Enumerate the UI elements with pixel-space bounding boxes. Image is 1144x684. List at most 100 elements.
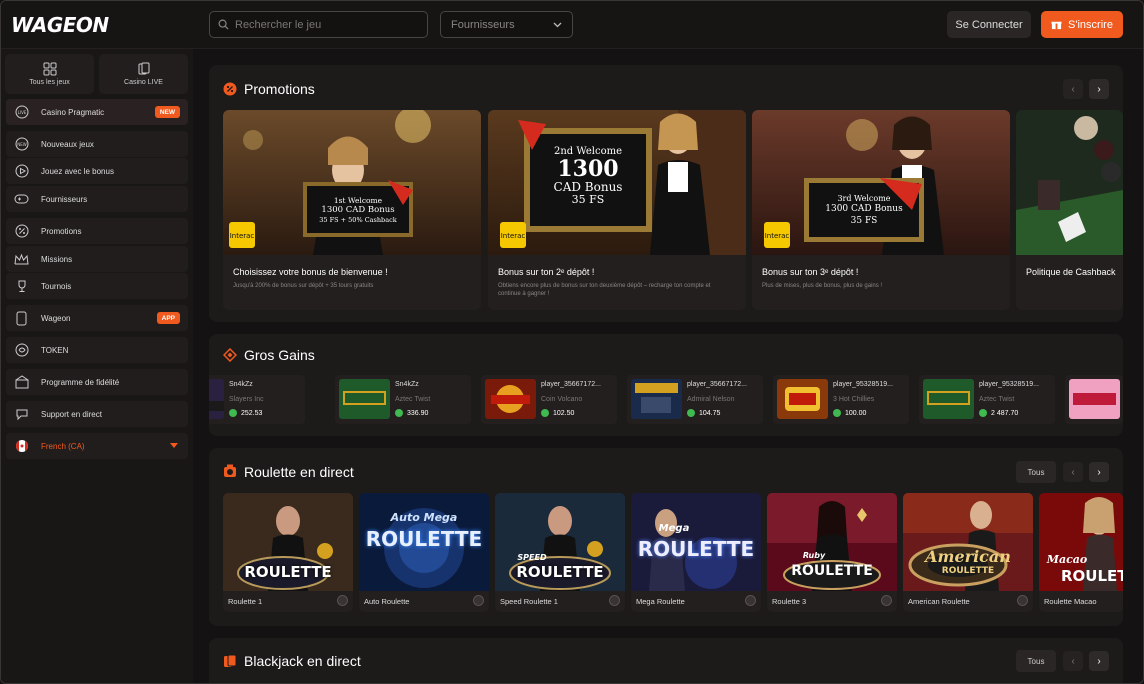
win-username: player_35667172... — [541, 381, 601, 388]
promo-sign: 3rd Welcome 1300 CAD Bonus 35 FS — [809, 194, 919, 228]
sidebar-item-tournaments[interactable]: Tournois — [6, 273, 188, 299]
win-game: Aztec Twist — [979, 396, 1015, 403]
win-amount-value: 2 487.70 — [991, 409, 1019, 417]
promo-card-3[interactable]: Interac 3rd Welcome 1300 CAD Bonus 35 FS… — [752, 110, 1010, 310]
signup-button[interactable]: S'inscrire — [1041, 11, 1123, 38]
game-thumbnail — [1069, 379, 1120, 419]
provider-icon — [609, 595, 620, 606]
app-window: WAGEON Fournisseurs Se Connecter S'inscr… — [0, 0, 1144, 684]
provider-icon — [473, 595, 484, 606]
win-card[interactable]: Sn4kZz Slayers Inc 252.53 — [209, 375, 305, 424]
win-card[interactable] — [1065, 375, 1123, 424]
win-game: Admiral Nelson — [687, 396, 735, 403]
logo[interactable]: WAGEON — [11, 13, 109, 37]
game-card[interactable]: ROULETTE Roulette 1 — [223, 493, 353, 612]
coin-icon — [229, 409, 237, 417]
section-title: Gros Gains — [244, 347, 315, 363]
big-wins-section: Gros Gains Sn4kZz Slayers Inc 252.53 Sn4… — [209, 334, 1123, 436]
sidebar-item-support[interactable]: Support en direct — [6, 401, 188, 427]
chevron-down-icon — [553, 22, 562, 27]
tile-all-games[interactable]: Tous les jeux — [5, 54, 94, 94]
next-arrow-button[interactable]: › — [1089, 462, 1109, 482]
win-username: player_95328519... — [979, 381, 1039, 388]
promo-card-2[interactable]: Interac 2nd Welcome 1300 CAD Bonus 35 FS… — [488, 110, 746, 310]
game-card[interactable]: Auto Mega ROULETTE Auto Roulette — [359, 493, 489, 612]
game-thumbnail — [485, 379, 536, 419]
game-logo: ROULETTE — [244, 563, 332, 581]
sidebar-item-new-games[interactable]: NEW Nouveaux jeux — [6, 131, 188, 157]
support-icon — [14, 407, 29, 422]
win-amount: 2 487.70 — [979, 409, 1018, 417]
promo-sign-line: 35 FS — [571, 193, 605, 207]
win-card[interactable]: player_35667172... Admiral Nelson 104.75 — [627, 375, 763, 424]
sidebar-item-label: Jouez avec le bonus — [41, 166, 114, 176]
search-box[interactable] — [209, 11, 428, 38]
search-input[interactable] — [235, 18, 415, 31]
coin-icon — [541, 409, 549, 417]
game-card[interactable]: Macao ROULETTE Roulette Macao — [1039, 493, 1123, 612]
promo-card-4[interactable]: Politique de Cashback — [1016, 110, 1123, 310]
game-card[interactable]: American ROULETTE American Roulette — [903, 493, 1033, 612]
sidebar-item-loyalty[interactable]: Programme de fidélité — [6, 369, 188, 395]
provider-icon — [337, 595, 348, 606]
sidebar-item-promotions[interactable]: Promotions — [6, 218, 188, 244]
promotions-section: Promotions ‹ › Interac 1st Welcome 1300 … — [209, 65, 1123, 322]
win-game: 3 Hot Chillies — [833, 396, 875, 403]
sidebar-item-label: Promotions — [41, 226, 82, 236]
chevron-left-icon: ‹ — [1071, 83, 1075, 95]
chevron-right-icon: › — [1097, 655, 1101, 667]
providers-select[interactable]: Fournisseurs — [440, 11, 573, 38]
play-icon — [14, 164, 29, 179]
game-logo: ROULETTE — [1061, 567, 1123, 585]
win-card[interactable]: Sn4kZz Aztec Twist 336.90 — [335, 375, 471, 424]
promo-sign: 1st Welcome 1300 CAD Bonus 35 FS + 50% C… — [307, 196, 409, 224]
sidebar-item-token[interactable]: TOKEN — [6, 337, 188, 363]
next-arrow-button[interactable]: › — [1089, 79, 1109, 99]
section-title: Promotions — [244, 81, 315, 97]
prev-arrow-button[interactable]: ‹ — [1063, 651, 1083, 671]
win-amount-value: 102.50 — [553, 409, 575, 417]
live-icon: LIVE — [14, 105, 29, 120]
next-arrow-button[interactable]: › — [1089, 651, 1109, 671]
promo-title: Politique de Cashback — [1026, 267, 1116, 277]
coin-icon — [687, 409, 695, 417]
promo-card-1[interactable]: Interac 1st Welcome 1300 CAD Bonus 35 FS… — [223, 110, 481, 310]
signup-label: S'inscrire — [1068, 18, 1113, 31]
language-selector[interactable]: French (CA) — [6, 433, 188, 459]
view-all-button[interactable]: Tous — [1016, 650, 1056, 672]
game-card[interactable]: Ruby ROULETTE Roulette 3 — [767, 493, 897, 612]
sidebar-item-casino-pragmatic[interactable]: LIVE Casino Pragmatic NEW — [6, 99, 188, 125]
view-all-button[interactable]: Tous — [1016, 461, 1056, 483]
sidebar: Tous les jeux Casino LIVE LIVE Casino Pr… — [1, 49, 193, 683]
game-card[interactable]: Mega ROULETTE Mega Roulette — [631, 493, 761, 612]
promo-title: Bonus sur ton 3ᵉ dépôt ! — [762, 267, 859, 277]
sidebar-item-missions[interactable]: Missions — [6, 246, 188, 272]
chevron-left-icon: ‹ — [1071, 655, 1075, 667]
game-name: Roulette 3 — [772, 597, 807, 606]
tile-casino-live[interactable]: Casino LIVE — [99, 54, 188, 94]
prev-arrow-button[interactable]: ‹ — [1063, 79, 1083, 99]
game-logo-sub: Macao — [1046, 553, 1088, 566]
game-logo: ROULETTE — [791, 563, 873, 579]
promo-image: Interac — [752, 110, 1010, 255]
win-card[interactable]: player_35667172... Coin Volcano 102.50 — [481, 375, 617, 424]
win-amount: 104.75 — [687, 409, 720, 417]
new-badge: NEW — [154, 106, 180, 118]
game-thumbnail — [777, 379, 828, 419]
win-card[interactable]: player_95328519... 3 Hot Chillies 100.00 — [773, 375, 909, 424]
promo-sign-line: 1300 CAD Bonus — [321, 205, 395, 216]
gamepad-icon — [14, 192, 29, 207]
game-logo: ROULETTE — [365, 527, 483, 551]
game-card[interactable]: SPEED ROULETTE Speed Roulette 1 — [495, 493, 625, 612]
providers-label: Fournisseurs — [451, 18, 515, 31]
login-button[interactable]: Se Connecter — [947, 11, 1031, 38]
live-blackjack-section: Blackjack en direct Tous ‹ › — [209, 638, 1123, 683]
sidebar-item-providers[interactable]: Fournisseurs — [6, 186, 188, 212]
sidebar-item-wageon-app[interactable]: Wageon APP — [6, 305, 188, 331]
sidebar-tiles: Tous les jeux Casino LIVE — [5, 54, 188, 94]
sidebar-item-bonus-play[interactable]: Jouez avec le bonus — [6, 158, 188, 184]
interac-logo: Interac — [765, 232, 790, 240]
win-card[interactable]: player_95328519... Aztec Twist 2 487.70 — [919, 375, 1055, 424]
sidebar-item-label: Missions — [41, 254, 73, 264]
prev-arrow-button[interactable]: ‹ — [1063, 462, 1083, 482]
